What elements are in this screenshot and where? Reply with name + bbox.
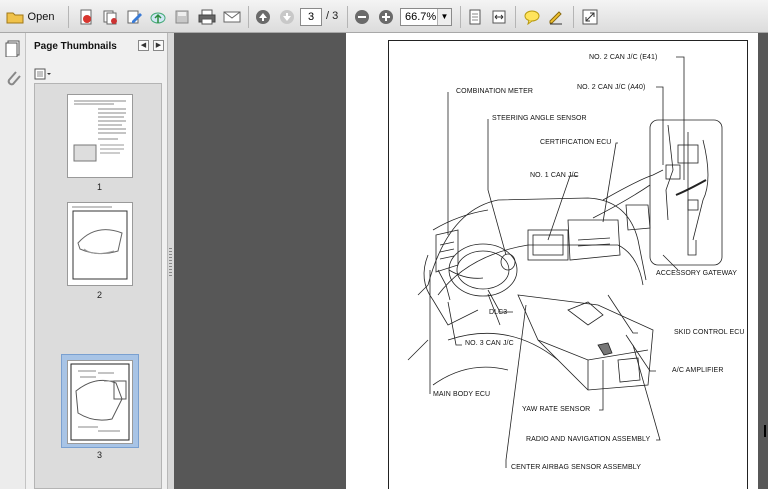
label-main-body-ecu: MAIN BODY ECU <box>433 391 491 398</box>
label-dlc3: DLC3 <box>489 309 508 316</box>
sign-icon <box>549 11 562 25</box>
upload-button[interactable] <box>148 6 168 28</box>
label-accessory-gateway: ACCESSORY GATEWAY <box>656 270 738 277</box>
options-icon <box>34 68 51 80</box>
label-certification-ecu: CERTIFICATION ECU <box>540 139 612 146</box>
edit-button[interactable] <box>124 6 144 28</box>
comment-button[interactable] <box>522 6 542 28</box>
page-preview-image <box>73 100 126 162</box>
separator <box>460 6 461 28</box>
pages-icon <box>5 40 20 58</box>
next-page-icon <box>280 10 294 24</box>
page-preview-image <box>70 363 130 441</box>
save-button[interactable] <box>172 6 192 28</box>
thumbnail-page-1[interactable] <box>67 94 133 178</box>
email-icon <box>223 11 241 23</box>
thumbnail-page-2[interactable] <box>67 202 133 286</box>
prev-page-icon <box>256 10 270 24</box>
label-yaw-rate-sensor: YAW RATE SENSOR <box>522 406 591 413</box>
splitter-grip[interactable] <box>169 248 172 278</box>
paperclip-icon <box>7 71 21 86</box>
main-toolbar: Open / 3 66.7% ▼ <box>0 0 768 33</box>
label-radio-navigation: RADIO AND NAVIGATION ASSEMBLY <box>526 436 651 443</box>
zoom-dropdown-arrow[interactable]: ▼ <box>437 9 451 25</box>
open-label: Open <box>27 11 55 23</box>
text-cursor <box>764 425 766 437</box>
label-no1-can-jc: NO. 1 CAN J/C <box>530 172 579 179</box>
zoom-value: 66.7% <box>405 11 437 23</box>
panel-close-button[interactable]: ▶ <box>153 40 164 51</box>
fit-width-button[interactable] <box>489 6 509 28</box>
next-page-button[interactable] <box>277 6 297 28</box>
thumbnail-label: 2 <box>97 290 103 300</box>
fit-page-icon <box>469 9 481 25</box>
sign-button[interactable] <box>546 6 566 28</box>
separator <box>347 6 348 28</box>
navigation-strip <box>0 33 26 489</box>
print-icon <box>198 9 216 25</box>
thumbnails-panel: Page Thumbnails ◀ ▶ 1 2 3 <box>26 33 168 489</box>
label-ac-amplifier: A/C AMPLIFIER <box>672 367 724 374</box>
thumbnail-label: 1 <box>97 182 103 192</box>
create-pdf-button[interactable] <box>76 6 96 28</box>
email-button[interactable] <box>221 6 243 28</box>
fit-page-button[interactable] <box>465 6 485 28</box>
upload-icon <box>150 12 166 24</box>
page-thumbnails-tab[interactable] <box>5 39 21 62</box>
thumbnails-list: 1 2 3 <box>34 83 162 489</box>
zoom-out-button[interactable] <box>352 6 372 28</box>
zoom-in-icon <box>379 10 393 24</box>
separator <box>573 6 574 28</box>
print-button[interactable] <box>196 6 218 28</box>
separator <box>68 6 69 28</box>
panel-title: Page Thumbnails <box>34 41 117 52</box>
vehicle-network-diagram <box>407 56 723 468</box>
zoom-out-icon <box>355 10 369 24</box>
options-menu-button[interactable] <box>34 67 52 80</box>
prev-page-button[interactable] <box>253 6 273 28</box>
zoom-in-button[interactable] <box>376 6 396 28</box>
fullscreen-button[interactable] <box>580 6 600 28</box>
thumbnail-page-3[interactable] <box>67 360 133 444</box>
separator <box>248 6 249 28</box>
page-preview-image <box>72 206 128 280</box>
label-combination-meter: COMBINATION METER <box>456 88 534 95</box>
open-button[interactable]: Open <box>4 6 56 28</box>
label-can-jc-a40: NO. 2 CAN J/C (A40) <box>577 84 646 91</box>
open-folder-icon <box>6 12 24 24</box>
label-no3-can-jc: NO. 3 CAN J/C <box>465 340 514 347</box>
panel-collapse-button[interactable]: ◀ <box>138 40 149 51</box>
combine-icon <box>103 10 117 25</box>
separator <box>515 6 516 28</box>
label-center-airbag-sensor: CENTER AIRBAG SENSOR ASSEMBLY <box>511 464 641 471</box>
fit-width-icon <box>492 10 506 24</box>
label-steering-angle-sensor: STEERING ANGLE SENSOR <box>492 115 587 122</box>
page-total-label: / 3 <box>326 10 339 22</box>
attachments-tab[interactable] <box>5 69 21 92</box>
label-skid-control-ecu: SKID CONTROL ECU <box>674 329 745 336</box>
edit-icon <box>127 10 142 24</box>
comment-icon <box>524 10 540 25</box>
thumbnail-label: 3 <box>97 450 103 460</box>
save-icon <box>175 10 189 24</box>
page-number-input[interactable] <box>300 8 322 26</box>
combine-button[interactable] <box>100 6 120 28</box>
fullscreen-icon <box>582 9 598 25</box>
create-pdf-icon <box>80 9 92 25</box>
label-can-jc-e41: NO. 2 CAN J/C (E41) <box>589 54 658 61</box>
